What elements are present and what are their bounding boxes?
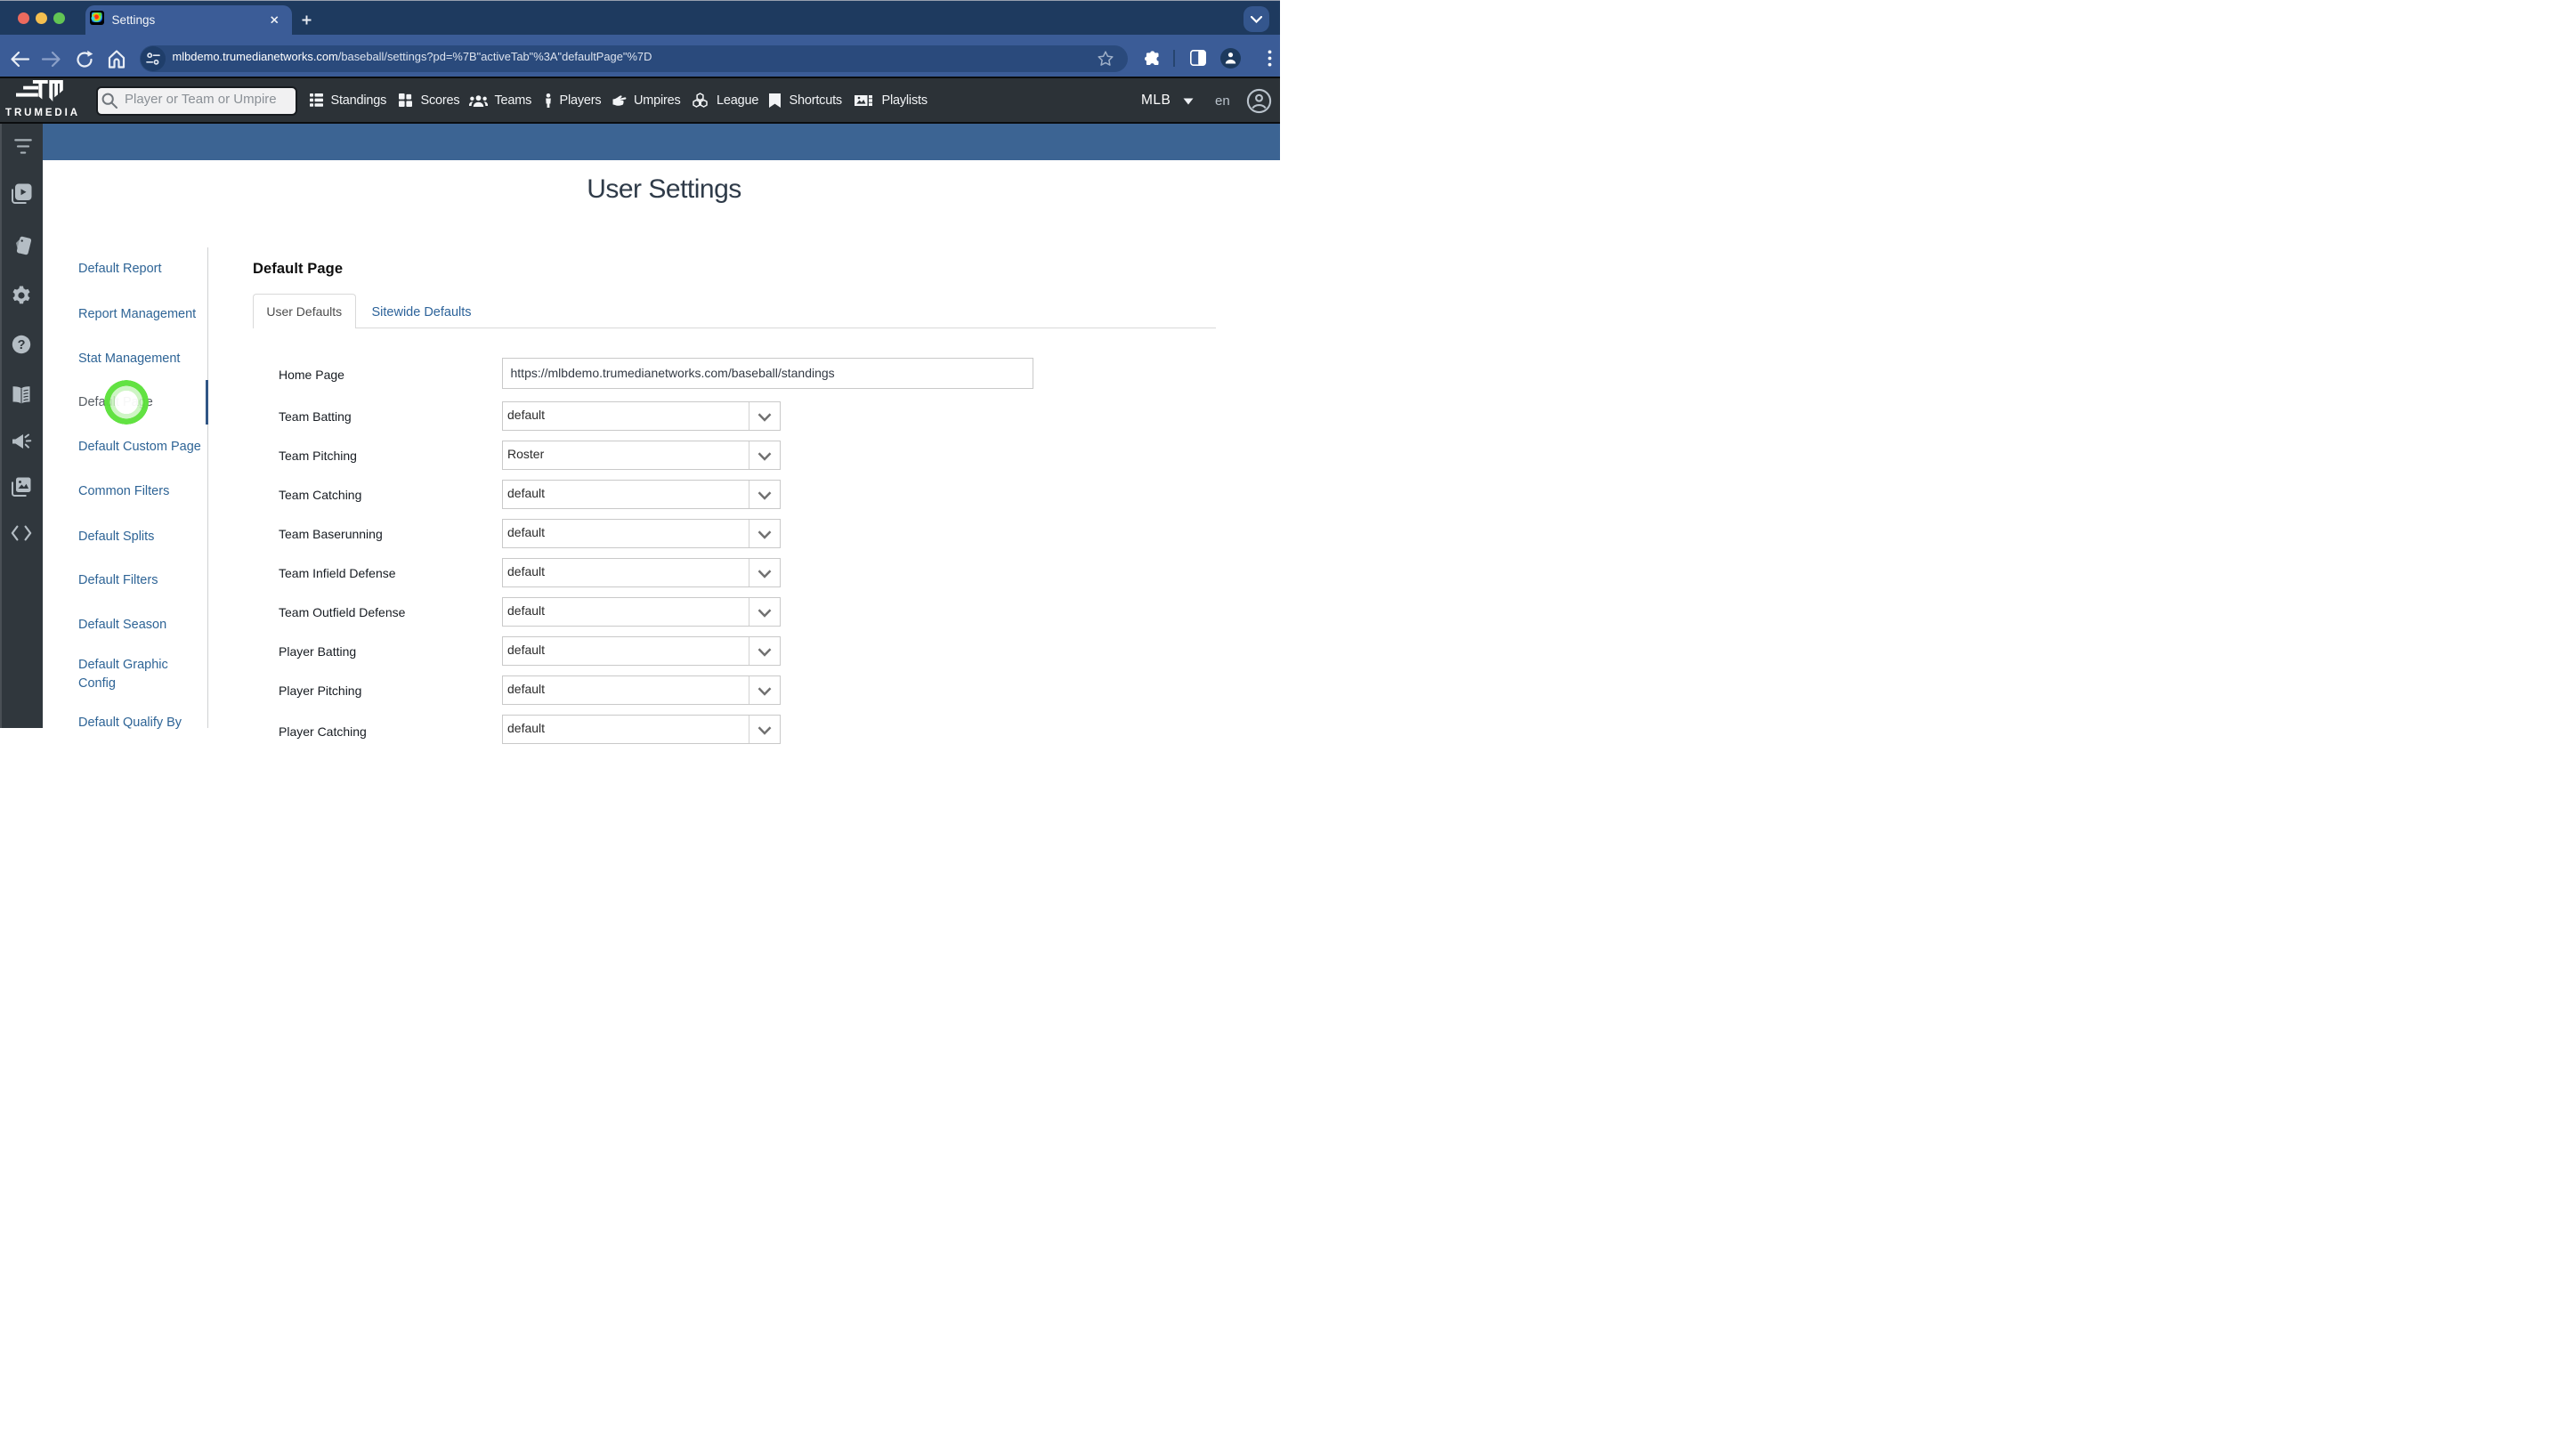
svg-text:?: ?	[18, 338, 26, 352]
